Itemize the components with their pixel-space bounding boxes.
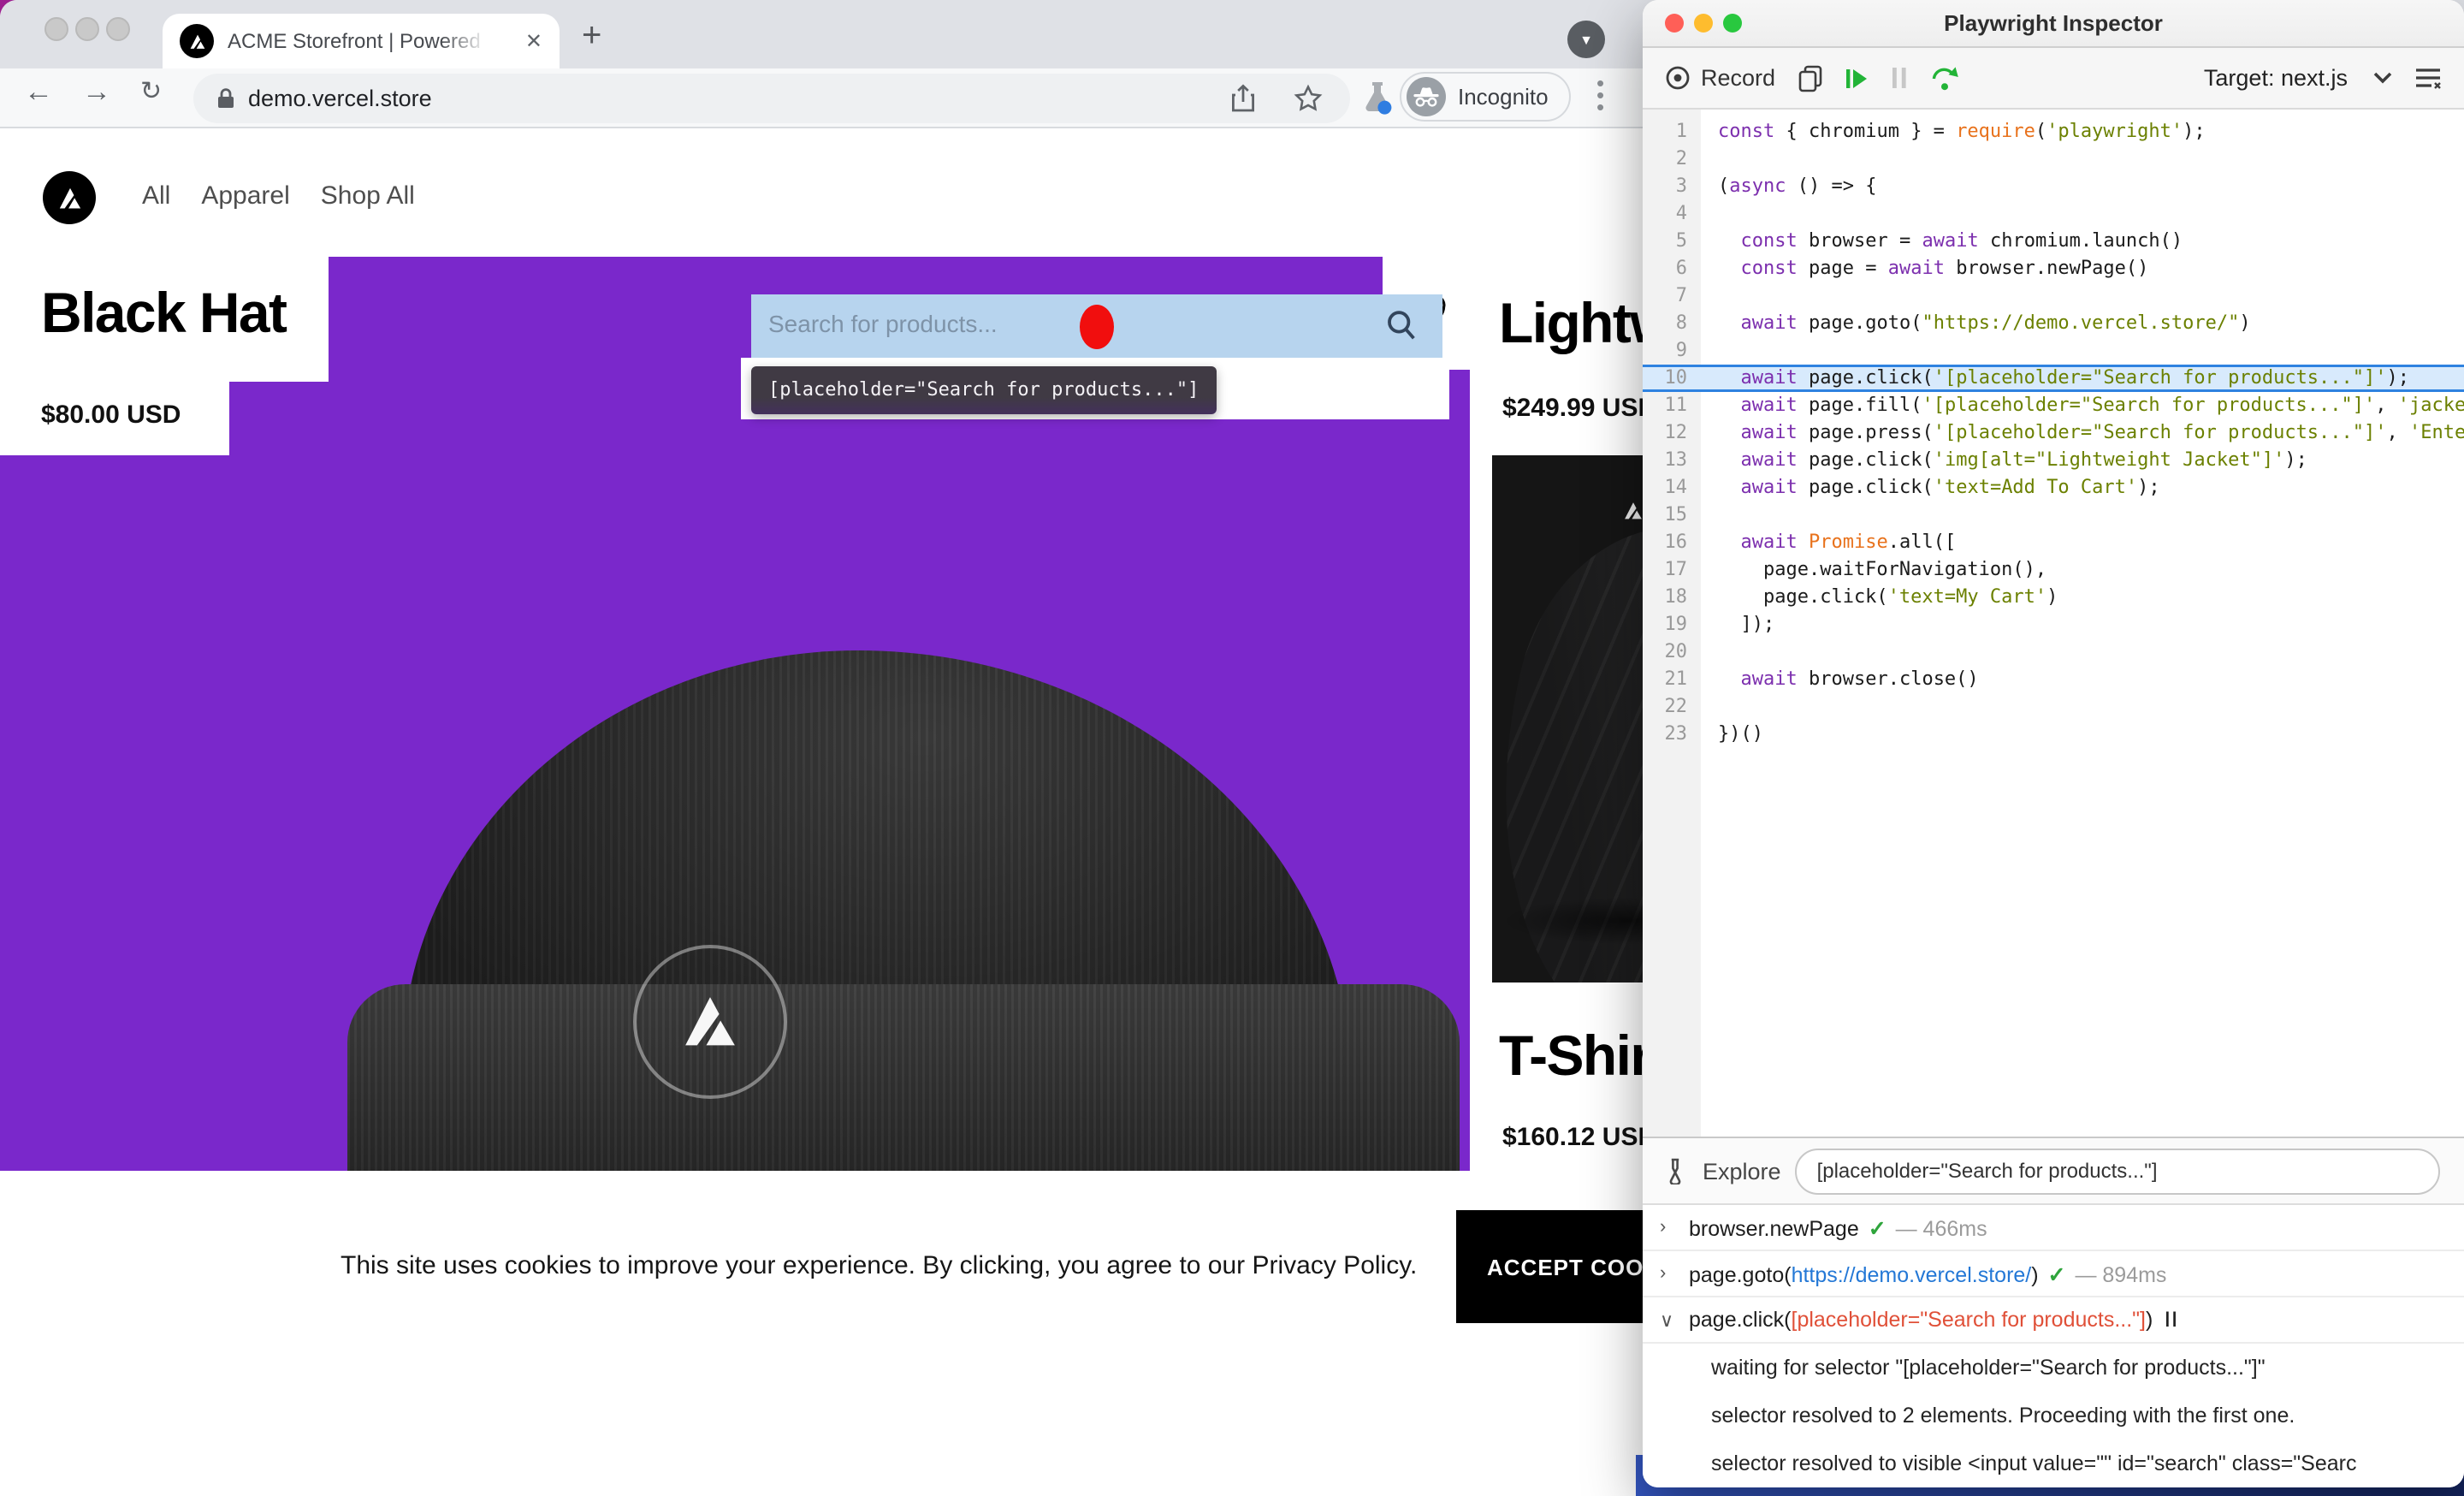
code-lines: 1const { chromium } = require('playwrigh… — [1643, 110, 2464, 748]
cookie-banner-text: This site uses cookies to improve your e… — [341, 1251, 1417, 1280]
screen: ACME Storefront | Powered by ✕ + ▼ ← → ↻… — [0, 0, 2464, 1496]
log-row[interactable]: ∨page.click([placeholder="Search for pro… — [1643, 1297, 2464, 1344]
code-line[interactable]: 17 page.waitForNavigation(), — [1643, 556, 2464, 584]
record-label: Record — [1701, 65, 1775, 91]
search-input[interactable]: Search for products... — [751, 294, 1442, 358]
explore-row: Explore [placeholder="Search for product… — [1643, 1138, 2464, 1205]
tab-title: ACME Storefront | Powered by — [228, 29, 488, 53]
tab-close-icon[interactable]: ✕ — [525, 31, 542, 51]
forward-button[interactable]: → — [82, 75, 111, 110]
window-zoom-button[interactable] — [1723, 14, 1742, 33]
code-line[interactable]: 14 await page.click('text=Add To Cart'); — [1643, 474, 2464, 502]
incognito-badge: Incognito — [1400, 72, 1571, 122]
code-line[interactable]: 15 — [1643, 502, 2464, 529]
explore-label[interactable]: Explore — [1703, 1158, 1781, 1184]
code-line[interactable]: 11 await page.fill('[placeholder="Search… — [1643, 392, 2464, 419]
inspector-toolbar: Record Target: next.js — [1643, 48, 2464, 110]
bookmark-star-icon[interactable] — [1294, 84, 1323, 113]
code-line[interactable]: 19 ]); — [1643, 611, 2464, 638]
code-line[interactable]: 4 — [1643, 200, 2464, 228]
code-line[interactable]: 16 await Promise.all([ — [1643, 529, 2464, 556]
share-icon[interactable] — [1230, 84, 1256, 113]
selector-tooltip: [placeholder="Search for products..."] — [751, 366, 1216, 414]
log-row[interactable]: ›page.goto(https://demo.vercel.store/) ✓… — [1643, 1251, 2464, 1297]
code-line[interactable]: 6 const page = await browser.newPage() — [1643, 255, 2464, 282]
code-line[interactable]: 3(async () => { — [1643, 173, 2464, 200]
pause-icon[interactable] — [1890, 67, 1907, 89]
nav-shop-all[interactable]: Shop All — [321, 181, 415, 211]
explore-flask-icon[interactable] — [1667, 1157, 1689, 1184]
acme-mini-logo — [1622, 500, 1644, 522]
log-message: selector resolved to 2 elements. Proceed… — [1643, 1392, 2464, 1440]
code-line[interactable]: 18 page.click('text=My Cart') — [1643, 584, 2464, 611]
inspector-titlebar: Playwright Inspector — [1643, 0, 2464, 48]
record-icon — [1665, 65, 1691, 91]
black-hat-brim — [347, 984, 1460, 1171]
code-line[interactable]: 22 — [1643, 693, 2464, 721]
product-price: $249.99 USD — [1502, 394, 1656, 423]
playwright-inspector-window: Playwright Inspector Record Target: next… — [1643, 0, 2464, 1487]
search-placeholder: Search for products... — [768, 310, 998, 337]
product-price: $80.00 USD — [41, 401, 181, 430]
record-button[interactable]: Record — [1665, 65, 1775, 91]
lock-icon — [216, 87, 236, 110]
product-price-card: $80.00 USD — [0, 382, 229, 455]
code-line[interactable]: 10 await page.click('[placeholder="Searc… — [1643, 365, 2464, 392]
nav-apparel[interactable]: Apparel — [201, 181, 289, 211]
tab-favicon — [180, 24, 214, 58]
code-line[interactable]: 13 await page.click('img[alt="Lightweigh… — [1643, 447, 2464, 474]
browser-menu-icon[interactable]: ••• — [1596, 77, 1604, 113]
incognito-spy-icon — [1407, 77, 1446, 116]
target-selector[interactable]: Target: next.js — [2204, 65, 2348, 91]
code-line[interactable]: 5 const browser = await chromium.launch(… — [1643, 228, 2464, 255]
code-line[interactable]: 2 — [1643, 145, 2464, 173]
product-name: Black Hat — [41, 281, 286, 346]
window-close-button[interactable] — [1665, 14, 1684, 33]
window-minimize-button[interactable] — [1694, 14, 1713, 33]
log-row[interactable]: ›browser.newPage ✓ — 466ms — [1643, 1205, 2464, 1251]
nav-all[interactable]: All — [142, 181, 170, 211]
new-tab-button[interactable]: + — [582, 17, 601, 56]
log-menu-icon[interactable] — [2414, 67, 2442, 89]
step-over-icon[interactable] — [1929, 64, 1958, 92]
back-button[interactable]: ← — [24, 75, 53, 110]
code-line[interactable]: 1const { chromium } = require('playwrigh… — [1643, 118, 2464, 145]
chevron-down-icon[interactable] — [2373, 72, 2392, 84]
incognito-label: Incognito — [1458, 84, 1549, 110]
resume-icon[interactable] — [1844, 66, 1868, 90]
window-title: Playwright Inspector — [1944, 10, 2163, 36]
code-line[interactable]: 20 — [1643, 638, 2464, 666]
product-title-card: Black Hat — [0, 257, 329, 382]
code-line[interactable]: 21 await browser.close() — [1643, 666, 2464, 693]
address-bar[interactable]: demo.vercel.store — [193, 74, 1350, 123]
click-target-dot — [1080, 305, 1114, 349]
acme-watermark-icon — [633, 945, 787, 1099]
url-text: demo.vercel.store — [248, 86, 432, 111]
log-rows: ›browser.newPage ✓ — 466ms›page.goto(htt… — [1643, 1205, 2464, 1344]
code-line[interactable]: 12 await page.press('[placeholder="Searc… — [1643, 419, 2464, 447]
extension-flask-icon[interactable] — [1360, 79, 1395, 116]
reload-button[interactable]: ↻ — [140, 75, 162, 106]
acme-logo[interactable] — [43, 171, 96, 224]
shop-nav: All Apparel Shop All — [142, 181, 415, 211]
locator-input[interactable]: [placeholder="Search for products..."] — [1795, 1148, 2440, 1194]
code-panel[interactable]: 1const { chromium } = require('playwrigh… — [1643, 110, 2464, 1137]
copy-icon[interactable] — [1798, 64, 1821, 92]
search-icon[interactable] — [1384, 308, 1419, 344]
code-line[interactable]: 8 await page.goto("https://demo.vercel.s… — [1643, 310, 2464, 337]
browser-tab[interactable]: ACME Storefront | Powered by ✕ — [163, 14, 560, 68]
window-minimize-button[interactable] — [75, 17, 99, 41]
log-panel: Explore [placeholder="Search for product… — [1643, 1137, 2464, 1487]
code-line[interactable]: 9 — [1643, 337, 2464, 365]
tab-search-button[interactable]: ▼ — [1567, 21, 1605, 58]
log-message: waiting for selector "[placeholder="Sear… — [1643, 1344, 2464, 1392]
window-zoom-button[interactable] — [106, 17, 130, 41]
product-price: $160.12 USD — [1502, 1123, 1656, 1152]
code-line[interactable]: 23})() — [1643, 721, 2464, 748]
code-line[interactable]: 7 — [1643, 282, 2464, 310]
log-message: selector resolved to visible <input valu… — [1643, 1440, 2464, 1487]
window-close-button[interactable] — [44, 17, 68, 41]
